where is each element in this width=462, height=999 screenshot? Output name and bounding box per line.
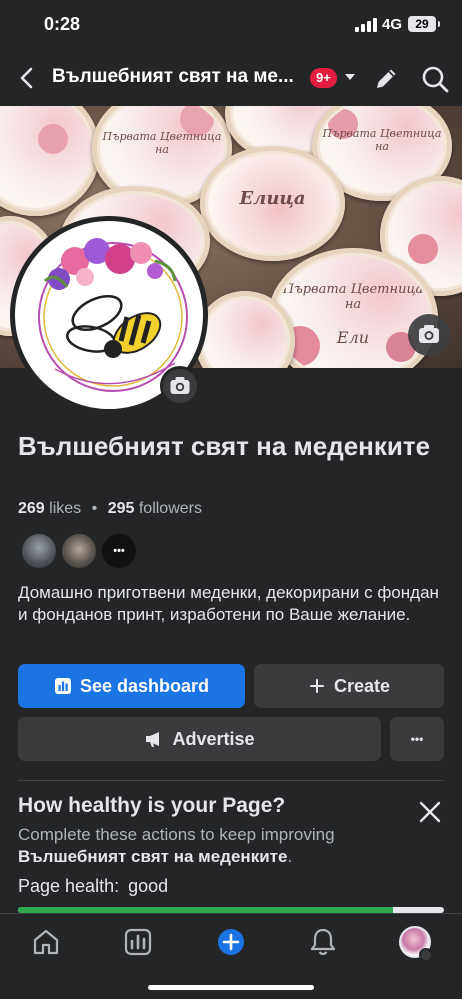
- insights-icon[interactable]: [122, 926, 154, 958]
- cookie-caption: Първата Цветница на: [102, 130, 222, 156]
- status-bar: 0:28 4G 29: [0, 0, 462, 50]
- followers-count: 295: [107, 500, 135, 517]
- page-stats: 269 likes • 295 followers: [18, 500, 202, 518]
- cover-camera-button[interactable]: [408, 314, 450, 356]
- profile-camera-button[interactable]: [160, 366, 200, 406]
- camera-icon: [170, 377, 190, 394]
- stats-separator: •: [91, 500, 98, 517]
- cookie-caption: Първата Цветница на: [282, 282, 424, 312]
- advertise-label: Advertise: [172, 728, 255, 749]
- edit-icon[interactable]: [372, 65, 400, 93]
- dashboard-icon: [54, 678, 71, 694]
- header-title[interactable]: Вълшебният свят на ме...: [52, 66, 302, 88]
- plus-icon: [309, 679, 324, 693]
- avatar[interactable]: [60, 532, 98, 570]
- caret-down-icon[interactable]: [343, 70, 357, 84]
- advertise-button[interactable]: Advertise: [18, 717, 381, 761]
- search-icon[interactable]: [420, 64, 450, 94]
- page-title: Вълшебният свят на меденките: [18, 431, 431, 461]
- health-desc-suffix: .: [287, 847, 293, 866]
- bell-icon[interactable]: [307, 926, 339, 958]
- cookie-name: Елица: [239, 188, 306, 209]
- top-header: Вълшебният свят на ме... 9+: [0, 50, 462, 106]
- see-dashboard-label: See dashboard: [79, 675, 210, 696]
- health-description: Complete these actions to keep improving…: [18, 824, 428, 868]
- cookie-image: Елица: [200, 146, 345, 261]
- avatar[interactable]: [20, 532, 58, 570]
- followers-label[interactable]: followers: [139, 500, 202, 517]
- likes-count: 269: [18, 500, 45, 517]
- likes-label[interactable]: likes: [49, 500, 81, 517]
- create-button[interactable]: Create: [254, 664, 444, 708]
- see-dashboard-button[interactable]: See dashboard: [18, 664, 245, 708]
- health-status: Page health: good: [18, 876, 168, 897]
- cookie-caption: Първата Цветница на: [322, 127, 442, 153]
- network-type: 4G: [382, 16, 403, 33]
- create-label: Create: [333, 675, 391, 696]
- close-icon[interactable]: [416, 798, 444, 826]
- health-title: How healthy is your Page?: [18, 794, 286, 817]
- camera-icon: [419, 325, 439, 343]
- health-desc-prefix: Complete these actions to keep improving: [18, 825, 335, 844]
- page-bio: Домашно приготвени меденки, декорирани с…: [18, 583, 439, 624]
- health-status-value: good: [128, 876, 169, 896]
- cookie-name: Ели: [336, 328, 370, 347]
- more-actions-button[interactable]: •••: [390, 717, 444, 761]
- home-indicator: [148, 985, 314, 990]
- notifications-badge[interactable]: 9+: [310, 68, 337, 88]
- signal-icon: [355, 18, 377, 32]
- home-icon[interactable]: [30, 926, 62, 958]
- health-status-label: Page health:: [18, 876, 120, 896]
- megaphone-icon: [146, 732, 160, 747]
- divider: [18, 780, 444, 781]
- add-icon[interactable]: [215, 926, 247, 958]
- more-followers-avatar[interactable]: •••: [100, 532, 138, 570]
- back-icon[interactable]: [14, 64, 42, 92]
- more-icon: •••: [410, 732, 424, 746]
- battery-icon: 29: [408, 16, 440, 32]
- status-time: 0:28: [44, 14, 81, 34]
- health-desc-page: Вълшебният свят на меденките: [18, 847, 288, 866]
- menu-badge-icon: [419, 948, 433, 962]
